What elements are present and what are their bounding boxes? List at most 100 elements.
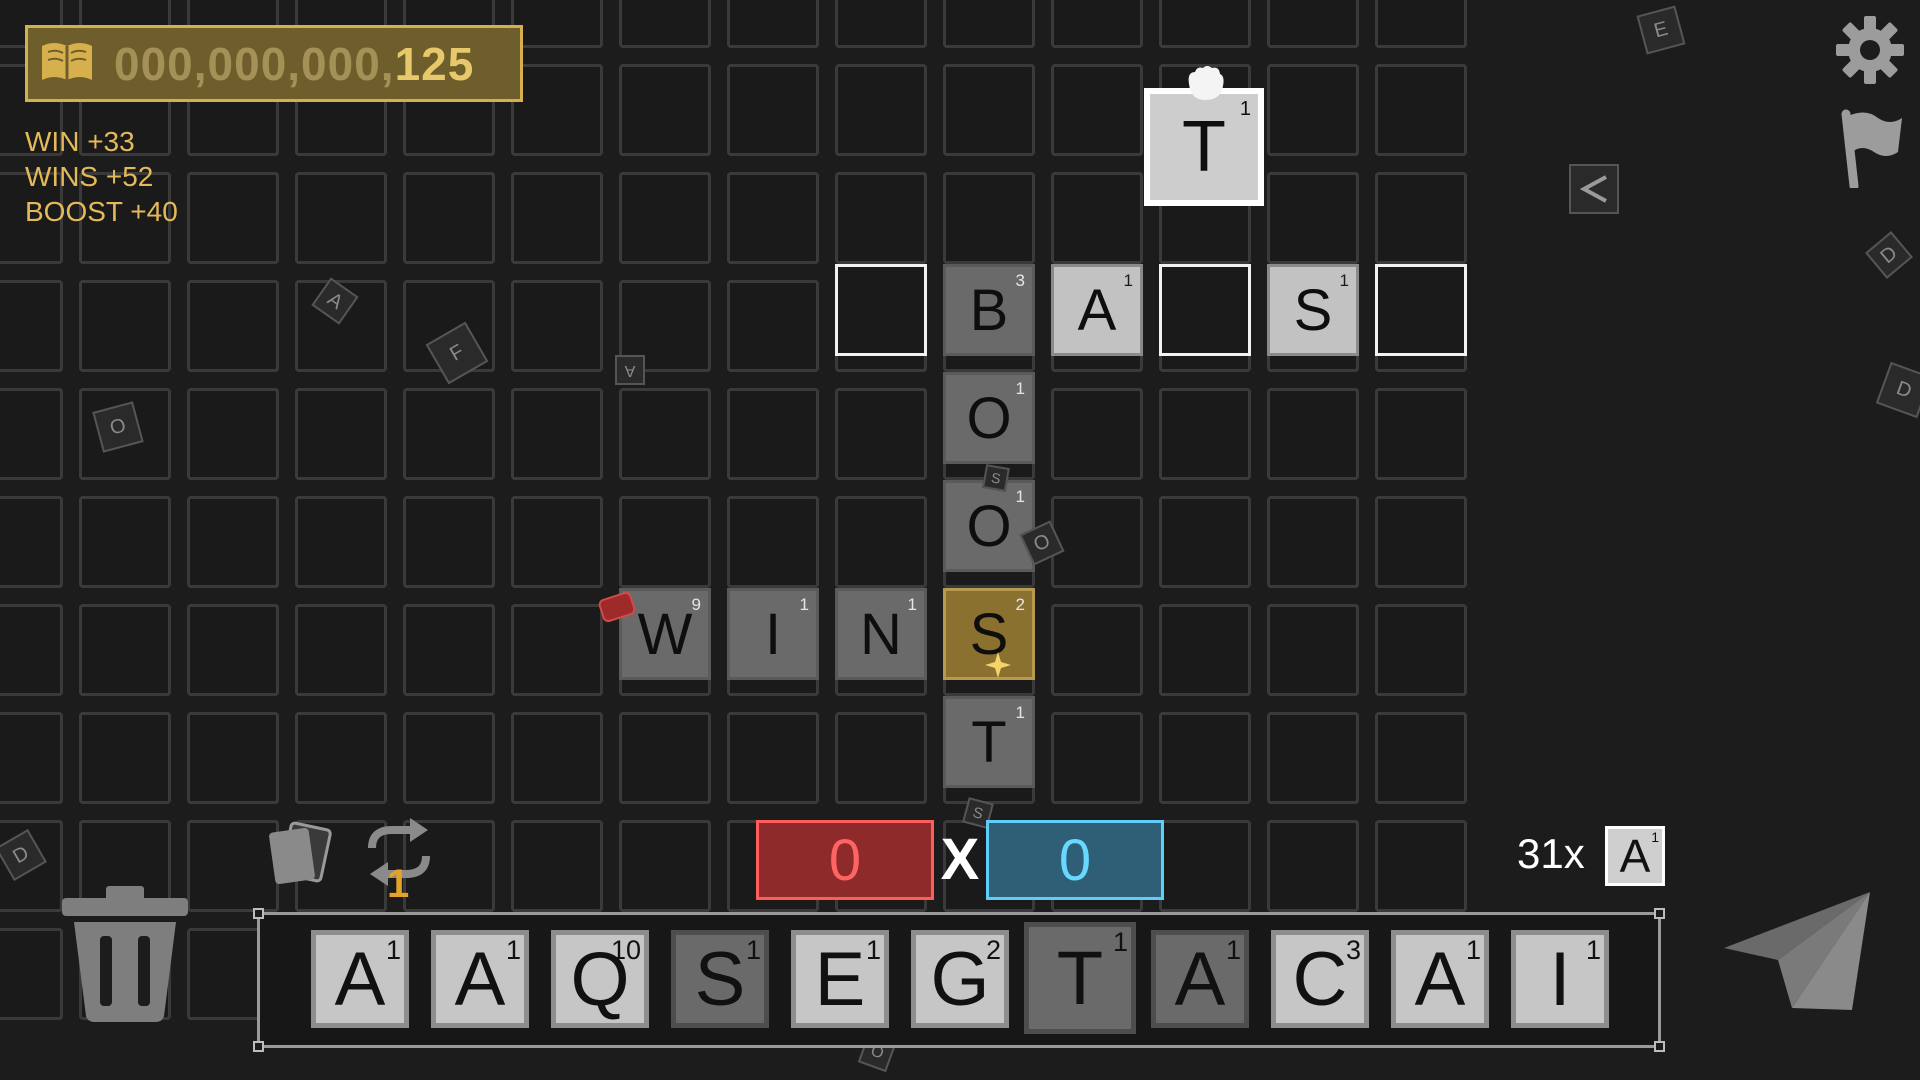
board-cell[interactable] [295, 712, 387, 804]
board-cell[interactable] [511, 496, 603, 588]
board-tile[interactable]: A1 [1051, 264, 1143, 356]
trash-icon[interactable] [60, 886, 190, 1031]
board-cell[interactable] [0, 712, 63, 804]
board-cell[interactable] [0, 280, 63, 372]
board-cell[interactable] [619, 496, 711, 588]
board-cell[interactable] [619, 712, 711, 804]
board-cell[interactable] [835, 64, 927, 156]
board-cell[interactable] [943, 0, 1035, 48]
board-cell[interactable] [1159, 712, 1251, 804]
board-cell[interactable] [1051, 496, 1143, 588]
board-cell[interactable] [619, 0, 711, 48]
board-cell[interactable] [1159, 604, 1251, 696]
board-cell[interactable] [0, 388, 63, 480]
board-cell[interactable] [619, 64, 711, 156]
board-cell[interactable] [187, 280, 279, 372]
empty-word-slot[interactable] [835, 264, 927, 356]
board-cell[interactable] [727, 712, 819, 804]
board-cell[interactable] [1051, 388, 1143, 480]
board-cell[interactable] [1051, 64, 1143, 156]
board-tile[interactable]: O1 [943, 480, 1035, 572]
board-cell[interactable] [511, 0, 603, 48]
board-cell[interactable] [511, 604, 603, 696]
board-cell[interactable] [511, 388, 603, 480]
board-tile[interactable]: T1 [943, 696, 1035, 788]
rack-tile[interactable]: Q 10 [551, 930, 649, 1028]
board-cell[interactable] [619, 172, 711, 264]
board-cell[interactable] [295, 172, 387, 264]
board-cell[interactable] [1375, 0, 1467, 48]
rack-tile[interactable]: S1 [671, 930, 769, 1028]
board-cell[interactable] [1375, 712, 1467, 804]
board-cell[interactable] [187, 388, 279, 480]
board-cell[interactable] [727, 280, 819, 372]
board-cell[interactable] [1267, 496, 1359, 588]
board-cell[interactable] [295, 604, 387, 696]
rack-tile[interactable]: A1 [431, 930, 529, 1028]
board-cell[interactable] [1159, 820, 1251, 912]
board-cell[interactable] [403, 604, 495, 696]
board-cell[interactable] [727, 64, 819, 156]
board-cell[interactable] [0, 604, 63, 696]
board-cell[interactable] [835, 388, 927, 480]
board-cell[interactable] [727, 496, 819, 588]
rack-tile[interactable]: C3 [1271, 930, 1369, 1028]
board-cell[interactable] [511, 820, 603, 912]
board-cell[interactable] [1051, 712, 1143, 804]
flag-icon[interactable] [1836, 108, 1906, 193]
board-cell[interactable] [835, 712, 927, 804]
board-cell[interactable] [835, 172, 927, 264]
cards-icon[interactable] [262, 820, 340, 899]
board-cell[interactable] [1375, 496, 1467, 588]
board-cell[interactable] [727, 388, 819, 480]
board-cell[interactable] [187, 172, 279, 264]
rack-tile[interactable]: I1 [1511, 930, 1609, 1028]
board-cell[interactable] [943, 172, 1035, 264]
board-cell[interactable] [0, 928, 63, 1020]
settings-gear-icon[interactable] [1834, 14, 1906, 91]
board-cell[interactable] [1159, 388, 1251, 480]
empty-word-slot[interactable] [1159, 264, 1251, 356]
board-cell[interactable] [1375, 64, 1467, 156]
board-tile[interactable]: B3 [943, 264, 1035, 356]
rack-tile[interactable]: A1 [1391, 930, 1489, 1028]
rack-tile[interactable]: E1 [791, 930, 889, 1028]
board-cell[interactable] [187, 604, 279, 696]
board-cell[interactable] [1375, 172, 1467, 264]
board-cell[interactable] [187, 712, 279, 804]
send-paper-plane-icon[interactable] [1722, 888, 1872, 1023]
rack-tile[interactable]: T1 [1024, 922, 1136, 1034]
board-cell[interactable] [619, 820, 711, 912]
board-cell[interactable] [1375, 604, 1467, 696]
rack-tile[interactable]: A1 [311, 930, 409, 1028]
board-cell[interactable] [1267, 604, 1359, 696]
board-cell[interactable] [511, 280, 603, 372]
board-cell[interactable] [403, 388, 495, 480]
board-cell[interactable] [1267, 820, 1359, 912]
board-cell[interactable] [943, 64, 1035, 156]
board-cell[interactable] [295, 496, 387, 588]
board-cell[interactable] [511, 64, 603, 156]
board-cell[interactable] [619, 388, 711, 480]
board-cell[interactable] [1051, 0, 1143, 48]
empty-word-slot[interactable] [1375, 264, 1467, 356]
rack-tile[interactable]: A1 [1151, 930, 1249, 1028]
board-cell[interactable] [511, 712, 603, 804]
board-cell[interactable] [1267, 388, 1359, 480]
board-cell[interactable] [79, 604, 171, 696]
board-cell[interactable] [187, 496, 279, 588]
board-tile[interactable]: S1 [1267, 264, 1359, 356]
board-cell[interactable] [403, 496, 495, 588]
board-cell[interactable] [1051, 604, 1143, 696]
board-tile[interactable]: I1 [727, 588, 819, 680]
board-cell[interactable] [1267, 172, 1359, 264]
board-cell[interactable] [403, 172, 495, 264]
board-tile[interactable]: O1 [943, 372, 1035, 464]
board-cell[interactable] [1375, 388, 1467, 480]
board-cell[interactable] [79, 496, 171, 588]
board-cell[interactable] [511, 172, 603, 264]
board-cell[interactable] [79, 712, 171, 804]
board-cell[interactable] [79, 280, 171, 372]
board-tile[interactable]: N1 [835, 588, 927, 680]
hint-tile[interactable]: A1 [1605, 826, 1665, 886]
